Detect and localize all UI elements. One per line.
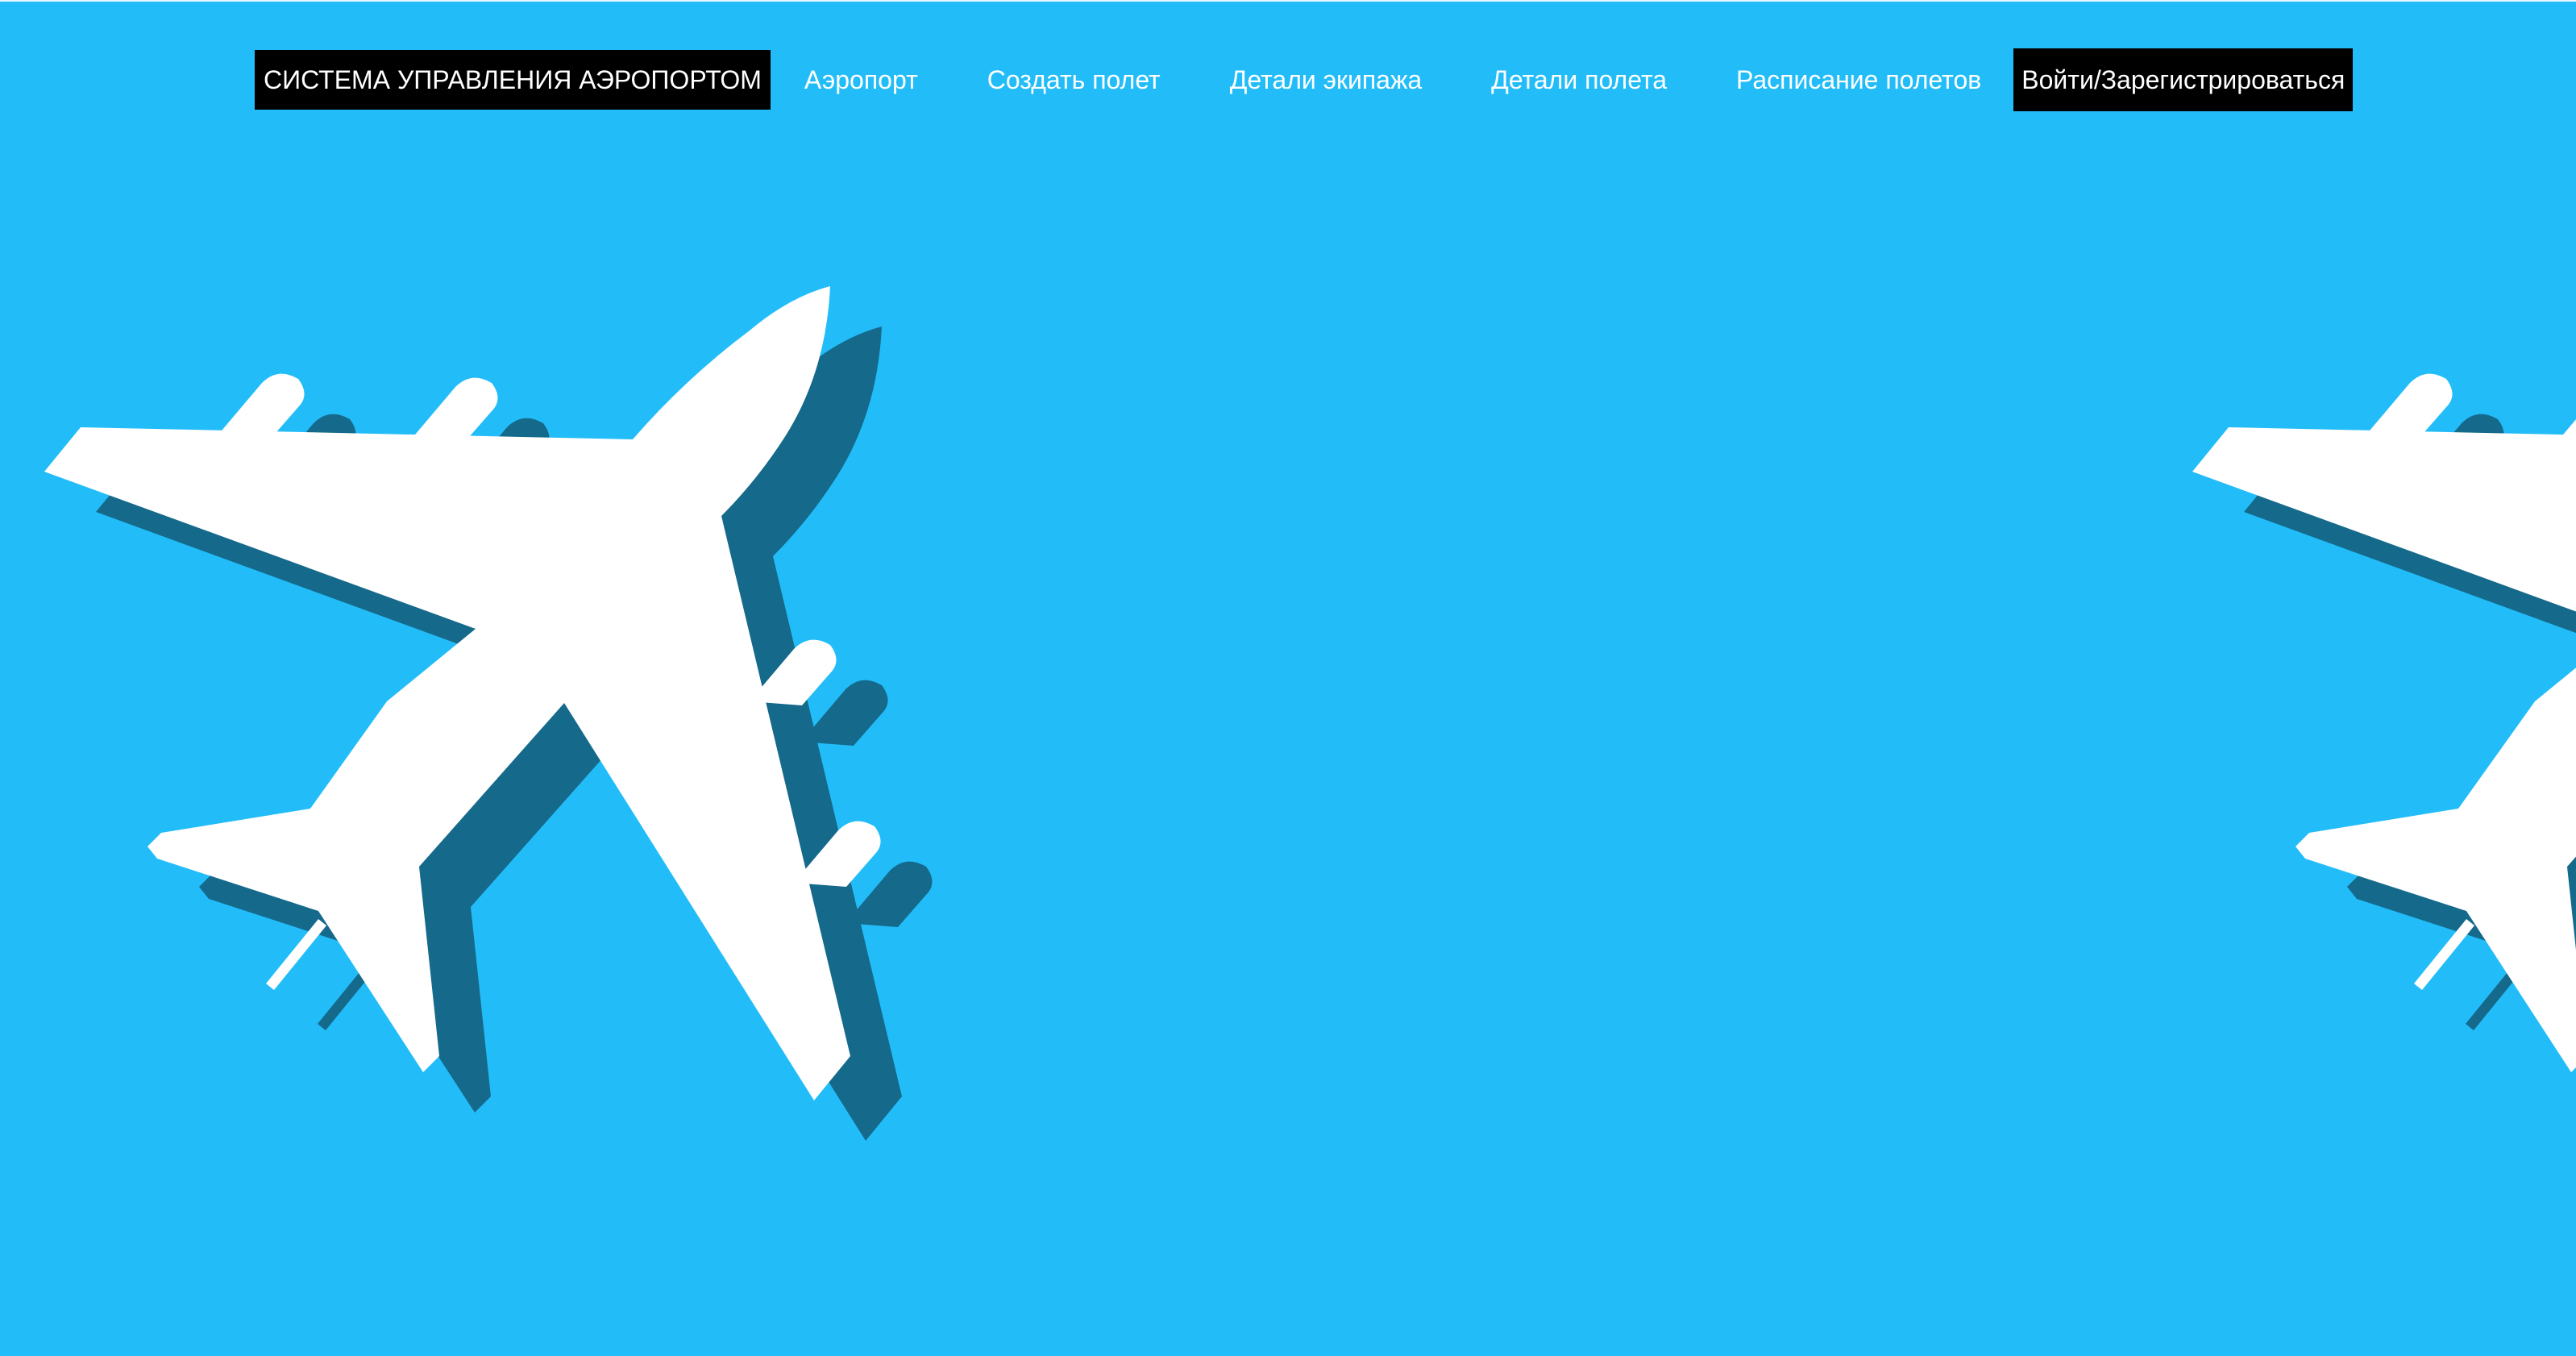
airplane-icon	[2192, 286, 2576, 1100]
hero-background	[44, 286, 2576, 1141]
main-navigation: СИСТЕМА УПРАВЛЕНИЯ АЭРОПОРТОМ Аэропорт С…	[255, 48, 2354, 111]
nav-link-create-flight[interactable]: Создать полет	[987, 65, 1161, 95]
nav-link-flight-details[interactable]: Детали полета	[1491, 65, 1667, 95]
login-register-button[interactable]: Войти/Зарегистрироваться	[2013, 48, 2354, 111]
nav-link-flight-schedule[interactable]: Расписание полетов	[1736, 65, 1981, 95]
nav-link-airport[interactable]: Аэропорт	[804, 65, 918, 95]
nav-link-crew-details[interactable]: Детали экипажа	[1230, 65, 1422, 95]
brand-title[interactable]: СИСТЕМА УПРАВЛЕНИЯ АЭРОПОРТОМ	[255, 50, 771, 110]
